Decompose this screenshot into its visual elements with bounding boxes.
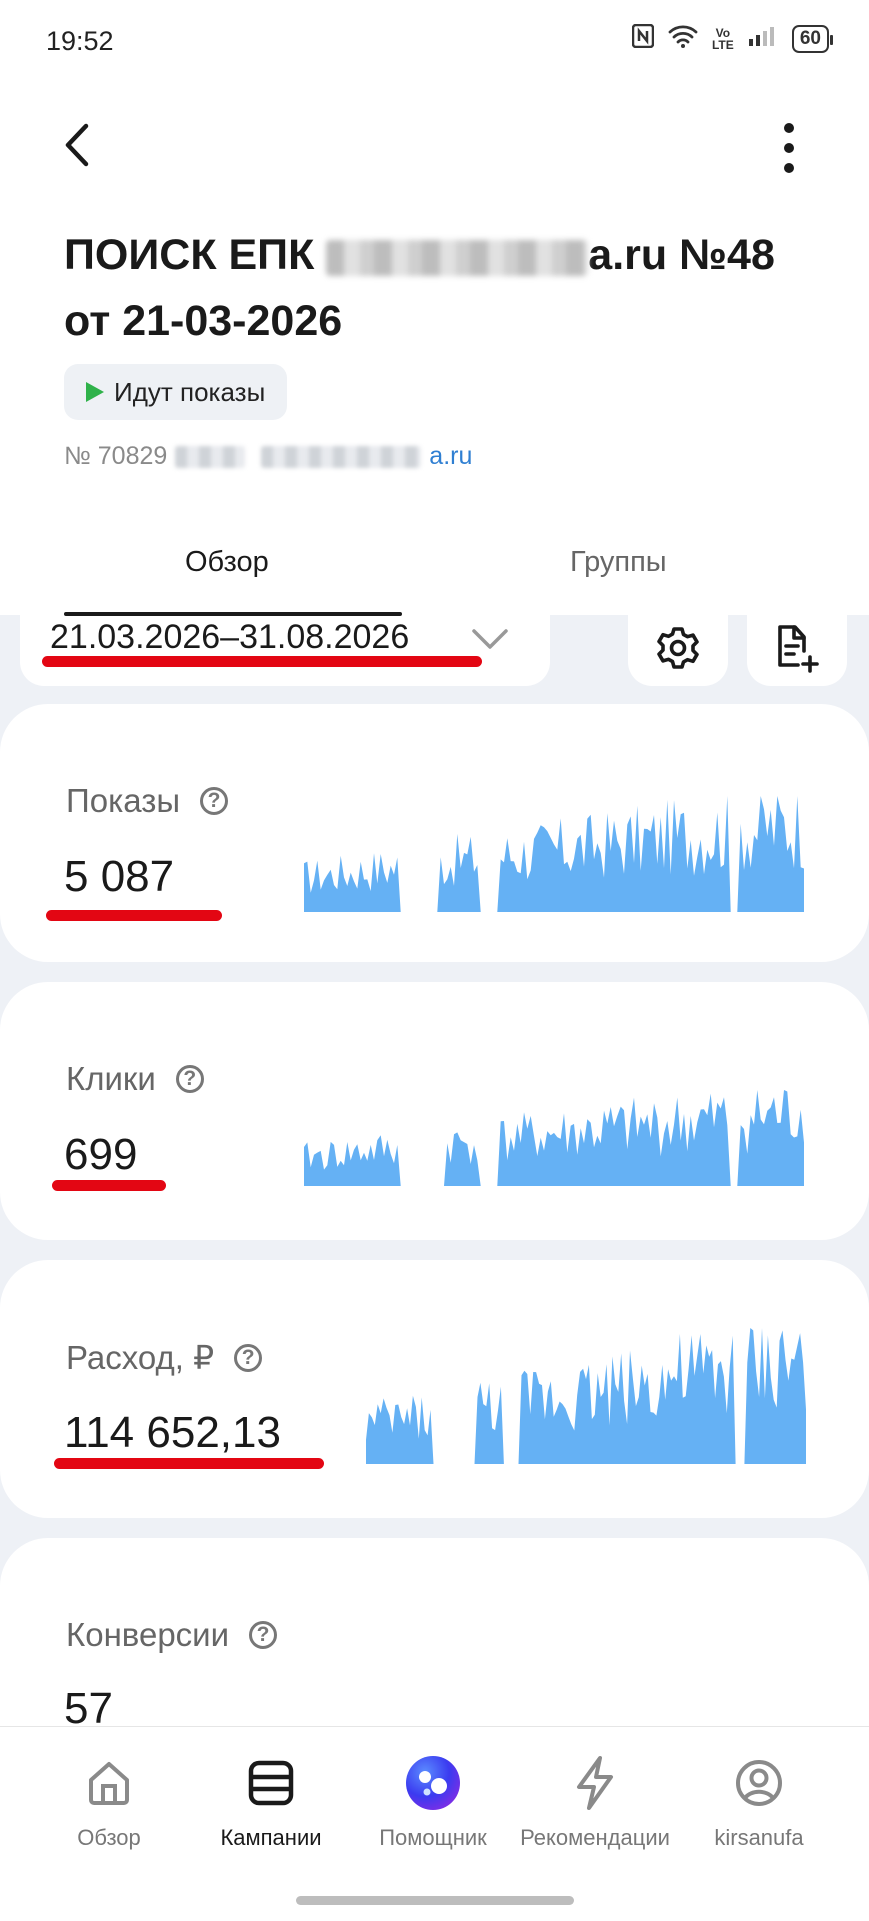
blurred-link: [261, 445, 422, 468]
settings-button[interactable]: [628, 610, 728, 686]
title-prefix: ПОИСК ЕПК: [64, 231, 327, 279]
metric-label-text: Конверсии: [66, 1616, 230, 1653]
campaign-id: № 70829 a.ru: [64, 442, 472, 471]
nav-item-overview[interactable]: Обзор: [24, 1755, 194, 1851]
metric-label: Конверсии ?: [66, 1616, 278, 1654]
metric-value: 5 087: [64, 852, 175, 901]
add-report-icon: [778, 625, 819, 673]
tab-groups[interactable]: Группы: [570, 546, 667, 579]
nav-label: Обзор: [77, 1825, 141, 1850]
tab-overview[interactable]: Обзор: [185, 546, 269, 579]
metric-card-spend[interactable]: Расход, ₽ ? 114 652,13: [0, 1260, 869, 1518]
status-badge[interactable]: Идут показы: [64, 364, 288, 420]
profile-icon: [731, 1755, 787, 1811]
campaign-domain-link[interactable]: a.ru: [429, 442, 472, 471]
chevron-down-icon: [470, 624, 510, 654]
nav-item-campaigns[interactable]: Кампании: [186, 1755, 356, 1851]
chevron-left-icon: [65, 123, 89, 167]
status-icons: Vo LTE 60: [631, 23, 834, 54]
nav-label: Помощник: [379, 1825, 487, 1850]
status-badge-label: Идут показы: [114, 376, 266, 407]
blurred-id: [175, 445, 246, 468]
more-menu-button[interactable]: [774, 120, 804, 176]
red-underline-impressions: [46, 910, 222, 921]
lightning-icon: [567, 1755, 623, 1811]
more-vertical-icon: [784, 123, 794, 173]
nav-item-profile[interactable]: kirsanufa: [674, 1755, 844, 1851]
nfc-icon: [631, 23, 655, 54]
metric-label-text: Расход, ₽: [66, 1339, 215, 1376]
status-bar: 19:52 Vo LTE 60: [0, 0, 869, 84]
nav-item-recommendations[interactable]: Рекомендации: [510, 1755, 680, 1851]
blurred-domain: [326, 239, 589, 276]
wifi-icon: [668, 24, 698, 54]
back-button[interactable]: [58, 120, 98, 170]
gear-icon: [657, 627, 699, 669]
metric-value: 699: [64, 1130, 138, 1179]
sparkline-spend: [366, 1328, 806, 1464]
signal-icon: [748, 25, 778, 53]
status-time: 19:52: [46, 26, 114, 56]
metric-label-text: Клики: [66, 1060, 156, 1097]
play-icon: [86, 382, 104, 402]
sparkline-clicks: [304, 1090, 804, 1186]
date-range-label: 21.03.2026–31.08.2026: [50, 618, 410, 656]
network-label: Vo LTE: [711, 26, 734, 52]
metric-label: Показы ?: [66, 782, 229, 820]
red-underline-date: [42, 656, 482, 667]
title-date: от 21-03-2026: [64, 297, 343, 345]
bottom-nav: Обзор Кампании Помощник Рекомендации kir…: [0, 1726, 869, 1921]
campaigns-icon: [243, 1755, 299, 1811]
page-title: ПОИСК ЕПК a.ru №48 от 21-03-2026: [64, 222, 824, 354]
metric-label: Клики ?: [66, 1060, 204, 1098]
title-suffix: a.ru №48: [588, 231, 775, 279]
metric-value: 114 652,13: [64, 1408, 281, 1457]
report-button[interactable]: [747, 610, 847, 686]
nav-label: kirsanufa: [714, 1825, 804, 1850]
help-icon[interactable]: ?: [175, 1065, 204, 1093]
assistant-icon: [405, 1755, 461, 1811]
nav-item-assistant[interactable]: Помощник: [348, 1755, 518, 1851]
active-tab-indicator: [64, 612, 402, 616]
metric-label-text: Показы: [66, 782, 181, 819]
metric-label: Расход, ₽ ?: [66, 1338, 263, 1377]
tabs: Обзор Группы: [0, 530, 869, 600]
metric-card-clicks[interactable]: Клики ? 699: [0, 982, 869, 1240]
campaign-id-number: № 70829: [64, 442, 168, 470]
nav-label: Кампании: [220, 1825, 322, 1850]
home-indicator: [296, 1896, 574, 1905]
nav-label: Рекомендации: [520, 1825, 670, 1850]
battery-icon: 60: [791, 25, 834, 53]
help-icon[interactable]: ?: [249, 1621, 278, 1649]
home-icon: [81, 1755, 137, 1811]
help-icon[interactable]: ?: [234, 1343, 263, 1372]
red-underline-spend: [54, 1458, 324, 1469]
metric-card-impressions[interactable]: Показы ? 5 087: [0, 704, 869, 962]
help-icon[interactable]: ?: [200, 787, 229, 815]
red-underline-clicks: [52, 1180, 166, 1191]
sparkline-impressions: [304, 796, 804, 912]
